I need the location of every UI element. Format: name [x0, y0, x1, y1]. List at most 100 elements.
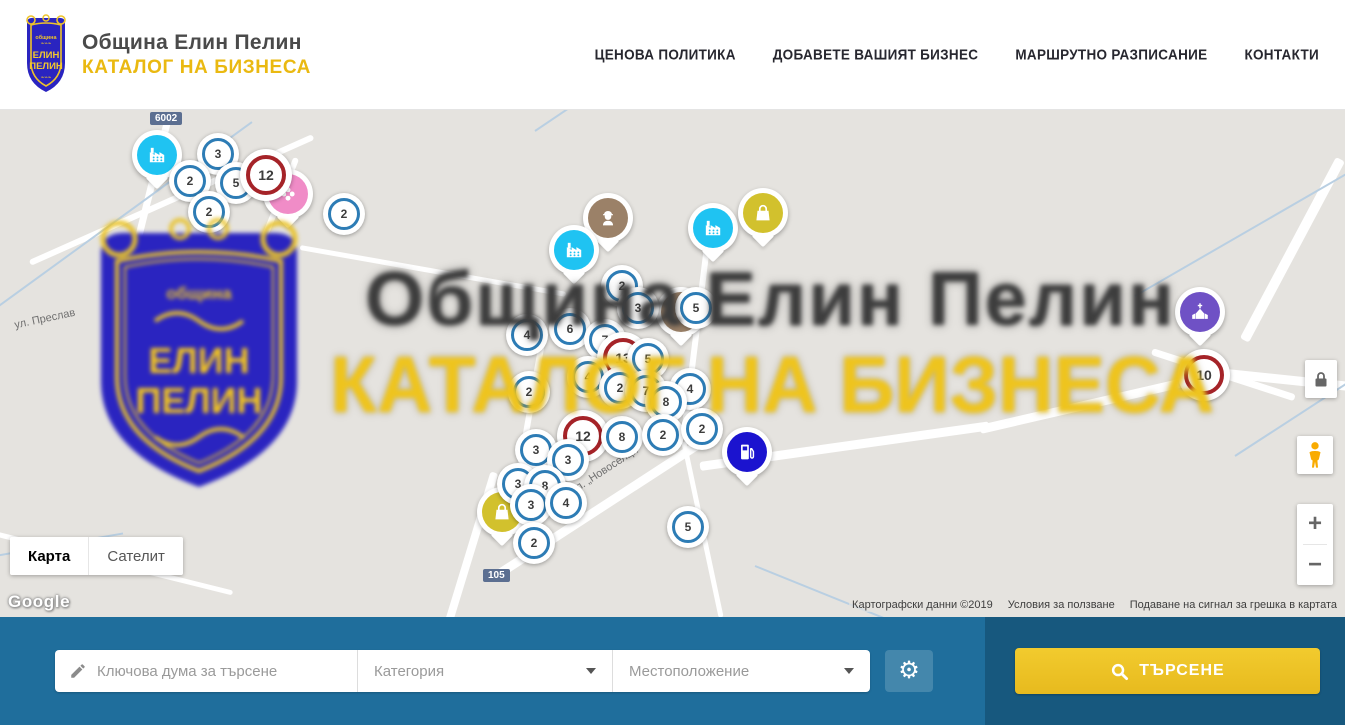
- factory-icon: [554, 230, 594, 270]
- cluster-marker[interactable]: 4: [545, 482, 587, 524]
- terms-link[interactable]: Условия за ползване: [1008, 599, 1115, 611]
- cluster-count: 4: [550, 487, 582, 519]
- stream-line: [1135, 160, 1345, 297]
- svg-text:ПЕЛИН: ПЕЛИН: [29, 61, 63, 72]
- svg-text:⌁⌁⌁: ⌁⌁⌁: [41, 75, 52, 81]
- cluster-count: 8: [650, 386, 682, 418]
- location-select[interactable]: Местоположение: [612, 650, 870, 692]
- nav-contacts[interactable]: КОНТАКТИ: [1244, 46, 1319, 63]
- map-canvas[interactable]: 6002105ул. Преславбул. „Новоселци“ 32512…: [0, 110, 1345, 617]
- cluster-marker[interactable]: 8: [601, 416, 643, 458]
- svg-text:община: община: [166, 284, 232, 303]
- site-logo[interactable]: община ⌁⌁⌁ ЕЛИН ПЕЛИН ⌁⌁⌁ Община Елин Пе…: [22, 13, 311, 97]
- pencil-icon: [69, 662, 87, 680]
- watermark-title: Община Елин Пелин: [318, 256, 1223, 343]
- cluster-count: 8: [606, 421, 638, 453]
- cluster-count: 2: [513, 376, 545, 408]
- cluster-count: 12: [246, 155, 286, 195]
- fuel-icon: [727, 432, 767, 472]
- zoom-in-button[interactable]: +: [1297, 504, 1333, 544]
- site-title: Община Елин Пелин: [82, 31, 311, 55]
- main-nav: ЦЕНОВА ПОЛИТИКА ДОБАВЕТЕ ВАШИЯТ БИЗНЕС М…: [595, 47, 1319, 62]
- cluster-marker[interactable]: 12: [240, 149, 292, 201]
- cluster-marker[interactable]: 2: [323, 193, 365, 235]
- nav-pricing-policy[interactable]: ЦЕНОВА ПОЛИТИКА: [595, 46, 736, 63]
- road-label: 105: [483, 569, 510, 582]
- cluster-marker[interactable]: 5: [675, 287, 717, 329]
- cluster-marker[interactable]: 3: [617, 287, 659, 329]
- cluster-count: 3: [622, 292, 654, 324]
- advanced-settings-button[interactable]: ⚙: [885, 650, 933, 692]
- search-fields-group: Категория Местоположение: [55, 650, 870, 692]
- cluster-marker[interactable]: 2: [188, 191, 230, 233]
- cluster-marker[interactable]: 5: [667, 506, 709, 548]
- map-pin-factory[interactable]: [688, 203, 738, 253]
- map-attribution: Картографски данни ©2019 Условия за полз…: [849, 598, 1340, 612]
- factory-icon: [137, 135, 177, 175]
- category-select-label: Категория: [374, 663, 444, 680]
- cluster-count: 5: [680, 292, 712, 324]
- google-logo[interactable]: Google: [8, 592, 70, 612]
- lock-icon: [1314, 371, 1328, 388]
- svg-text:⌁⌁⌁: ⌁⌁⌁: [41, 41, 52, 47]
- lock-button[interactable]: [1305, 360, 1337, 398]
- cluster-marker[interactable]: 2: [681, 408, 723, 450]
- map-pin-bag[interactable]: [738, 188, 788, 238]
- map-pin-fuel[interactable]: [722, 427, 772, 477]
- worker-icon: [588, 198, 628, 238]
- page: община ⌁⌁⌁ ЕЛИН ПЕЛИН ⌁⌁⌁ Община Елин Пе…: [0, 0, 1345, 725]
- factory-icon: [693, 208, 733, 248]
- municipality-emblem-icon: община ⌁⌁⌁ ЕЛИН ПЕЛИН ⌁⌁⌁: [22, 13, 70, 97]
- cluster-marker[interactable]: 4: [506, 314, 548, 356]
- cluster-marker[interactable]: 2: [508, 371, 550, 413]
- cluster-count: 3: [515, 489, 547, 521]
- cluster-marker[interactable]: 10: [1178, 349, 1230, 401]
- keyword-input[interactable]: [97, 663, 337, 680]
- bag-icon: [743, 193, 783, 233]
- stream-line: [534, 110, 643, 132]
- cluster-count: 2: [193, 196, 225, 228]
- cluster-count: 4: [511, 319, 543, 351]
- search-button[interactable]: ТЪРСЕНЕ: [1015, 648, 1320, 694]
- map-data-copyright: Картографски данни ©2019: [852, 599, 993, 611]
- chevron-down-icon: [586, 668, 596, 674]
- gear-icon: ⚙: [898, 657, 920, 684]
- pegman-button[interactable]: [1297, 436, 1333, 474]
- svg-text:ПЕЛИН: ПЕЛИН: [135, 380, 262, 421]
- zoom-control: + −: [1297, 504, 1333, 585]
- location-select-label: Местоположение: [629, 663, 749, 680]
- nav-add-business[interactable]: ДОБАВЕТЕ ВАШИЯТ БИЗНЕС: [773, 46, 979, 63]
- nav-route-schedule[interactable]: МАРШРУТНО РАЗПИСАНИЕ: [1015, 46, 1207, 63]
- pegman-icon: [1304, 440, 1326, 470]
- search-button-label: ТЪРСЕНЕ: [1139, 662, 1224, 680]
- cluster-count: 2: [328, 198, 360, 230]
- cluster-marker[interactable]: 2: [513, 522, 555, 564]
- report-error-link[interactable]: Подаване на сигнал за грешка в картата: [1130, 599, 1337, 611]
- church-icon: [1180, 292, 1220, 332]
- svg-text:община: община: [35, 34, 57, 41]
- map-pin-church[interactable]: [1175, 287, 1225, 337]
- zoom-out-button[interactable]: −: [1297, 545, 1333, 585]
- svg-text:ЕЛИН: ЕЛИН: [148, 340, 249, 381]
- cluster-count: 2: [686, 413, 718, 445]
- cluster-count: 2: [647, 419, 679, 451]
- map-type-control: Карта Сателит: [10, 537, 183, 575]
- keyword-field[interactable]: [55, 650, 357, 692]
- cluster-marker[interactable]: 2: [642, 414, 684, 456]
- chevron-down-icon: [844, 668, 854, 674]
- map-type-satellite-button[interactable]: Сателит: [89, 537, 183, 575]
- road-line: [300, 245, 567, 297]
- header: община ⌁⌁⌁ ЕЛИН ПЕЛИН ⌁⌁⌁ Община Елин Пе…: [0, 0, 1345, 110]
- cluster-count: 6: [554, 313, 586, 345]
- map-pin-factory[interactable]: [549, 225, 599, 275]
- cluster-count: 5: [672, 511, 704, 543]
- category-select[interactable]: Категория: [357, 650, 612, 692]
- watermark-subtitle: КАТАЛОГ НА БИЗНЕСА: [330, 339, 1210, 432]
- watermark-emblem: община ЕЛИН ПЕЛИН: [85, 213, 313, 501]
- search-icon: [1110, 662, 1129, 681]
- map-type-map-button[interactable]: Карта: [10, 537, 89, 575]
- cluster-count: 10: [1184, 355, 1224, 395]
- site-subtitle: КАТАЛОГ НА БИЗНЕСА: [82, 57, 311, 79]
- road-label: ул. Преслав: [13, 307, 76, 332]
- svg-text:ЕЛИН: ЕЛИН: [33, 50, 60, 61]
